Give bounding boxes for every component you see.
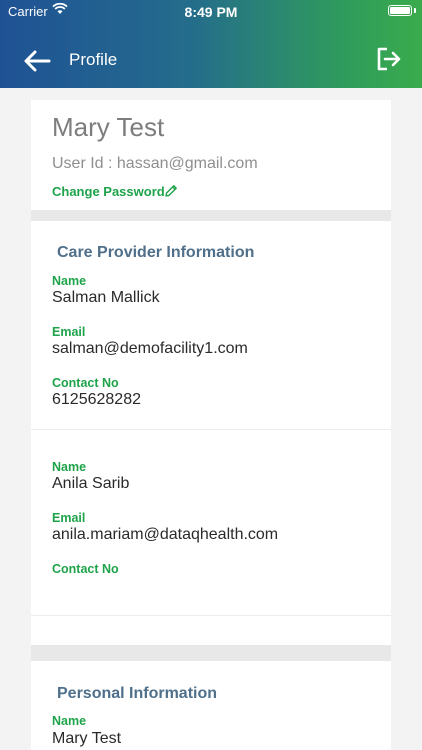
provider-divider	[31, 615, 391, 616]
provider-contact-label: Contact No	[52, 376, 119, 390]
care-provider-title: Care Provider Information	[57, 244, 255, 261]
pencil-icon[interactable]	[164, 184, 178, 198]
provider-name: Anila Sarib	[52, 475, 130, 492]
section-divider	[31, 210, 391, 221]
battery-tip	[414, 8, 416, 13]
battery-icon	[388, 5, 412, 16]
status-bar: Carrier 8:49 PM	[0, 0, 422, 22]
provider-email: salman@demofacility1.com	[52, 340, 248, 357]
page-title: Profile	[69, 50, 118, 69]
user-name: Mary Test	[52, 112, 165, 142]
section-divider	[31, 645, 391, 661]
personal-name-label: Name	[52, 714, 87, 728]
provider-email-label: Email	[52, 325, 86, 339]
user-id: User Id : hassan@gmail.com	[52, 155, 258, 172]
provider-name-label: Name	[52, 460, 87, 474]
provider-contact: 6125628282	[52, 391, 141, 408]
provider-email: anila.mariam@dataqhealth.com	[52, 526, 279, 543]
provider-name-label: Name	[52, 274, 87, 288]
personal-name: Mary Test	[52, 730, 122, 747]
back-arrow-icon[interactable]	[22, 48, 52, 74]
provider-email-label: Email	[52, 511, 86, 525]
status-time: 8:49 PM	[184, 4, 238, 20]
change-password-link[interactable]: Change Password	[52, 184, 165, 199]
logout-icon[interactable]	[376, 46, 402, 72]
provider-name: Salman Mallick	[52, 289, 160, 306]
provider-contact-label: Contact No	[52, 562, 119, 576]
app-header: Carrier 8:49 PM Profile	[0, 0, 422, 88]
provider-divider	[31, 429, 391, 430]
personal-info-title: Personal Information	[57, 685, 218, 702]
